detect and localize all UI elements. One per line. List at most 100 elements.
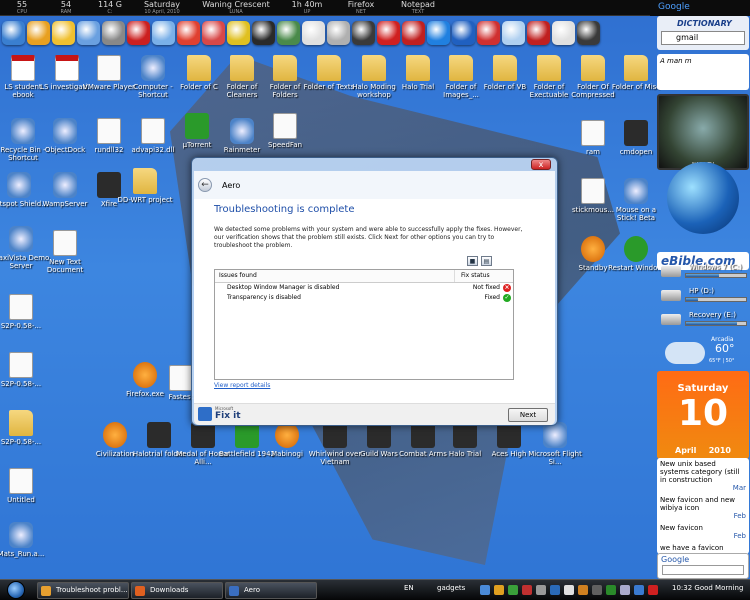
next-button[interactable]: Next <box>508 408 548 422</box>
desktop-icon-untitled[interactable]: Untitled <box>0 468 50 504</box>
start-button[interactable] <box>0 580 34 600</box>
wampserver-icon <box>53 172 77 198</box>
tray-app-icon[interactable] <box>648 585 658 595</box>
hard-drive-icon <box>661 314 681 325</box>
column-issues-found: Issues found <box>215 270 455 282</box>
stat-net: Firefox NET <box>347 0 375 15</box>
dock-app-icon[interactable] <box>327 21 350 45</box>
task-aero[interactable]: Aero <box>225 582 317 599</box>
google-search-input[interactable] <box>662 565 744 575</box>
tray-app-icon[interactable] <box>522 585 532 595</box>
speedfan-icon <box>273 113 297 139</box>
page-title: Troubleshooting is complete <box>214 204 355 215</box>
restart-icon <box>624 236 648 262</box>
dictionary-search-input[interactable]: gmail <box>661 31 745 45</box>
drive-fill <box>686 322 737 325</box>
folder-icon <box>230 55 254 81</box>
dock-app-icon[interactable] <box>277 21 300 45</box>
dock-app-icon[interactable] <box>302 21 325 45</box>
tray-app-icon[interactable] <box>508 585 518 595</box>
folder-icon <box>9 410 33 436</box>
desktop-icon-s2p-2[interactable]: S2P-0.58-... <box>0 352 50 388</box>
dock-app-icon[interactable] <box>452 21 475 45</box>
back-arrow-icon[interactable]: ← <box>198 178 212 192</box>
dock-app-icon[interactable] <box>77 21 100 45</box>
dock-app-icon[interactable] <box>427 21 450 45</box>
standby-icon <box>581 236 605 262</box>
dock-app-icon[interactable] <box>177 21 200 45</box>
desktop-icon-ddwrt[interactable]: DD-WRT project <box>116 168 174 204</box>
dock-app-icon[interactable] <box>577 21 600 45</box>
dock-app-icon[interactable] <box>27 21 50 45</box>
stat-uptime: 1h 40m UP <box>291 0 323 15</box>
dock-app-icon[interactable] <box>52 21 75 45</box>
tray-app-icon[interactable] <box>536 585 546 595</box>
google-search-gadget: Google <box>657 553 749 579</box>
language-indicator[interactable]: EN <box>404 584 414 592</box>
desktop-icon-s2p-1[interactable]: S2P-0.58-... <box>0 294 50 330</box>
gadgets-toolbar[interactable]: gadgets <box>425 584 465 592</box>
dock-app-icon[interactable] <box>352 21 375 45</box>
task-icon <box>135 586 145 596</box>
document-icon <box>581 120 605 146</box>
image-file-icon <box>9 468 33 494</box>
close-button[interactable]: x <box>531 159 551 170</box>
clock[interactable]: 10:32 Good Morning <box>672 584 743 592</box>
print-icon[interactable]: ▤ <box>481 256 492 266</box>
dock-app-icon[interactable] <box>477 21 500 45</box>
tray-app-icon[interactable] <box>550 585 560 595</box>
drive-meter-e: Recovery (E:) <box>661 310 747 330</box>
drive-fill <box>686 274 719 277</box>
feed-item[interactable]: we have a favicon <box>660 544 746 552</box>
view-report-link[interactable]: View report details <box>214 382 270 389</box>
dock-app-icon[interactable] <box>402 21 425 45</box>
maxivista-icon <box>9 226 33 252</box>
volume-icon[interactable] <box>620 585 630 595</box>
dock-app-icon[interactable] <box>552 21 575 45</box>
desktop-icon-speedfan[interactable]: SpeedFan <box>256 113 314 149</box>
dock-app-icon[interactable] <box>227 21 250 45</box>
dock-app-icon[interactable] <box>527 21 550 45</box>
drive-meter-d: HP (D:) <box>661 286 747 306</box>
network-icon[interactable] <box>480 585 490 595</box>
feed-item[interactable]: New favicon and new wibiya icon Feb <box>660 496 746 520</box>
dock-app-icon[interactable] <box>377 21 400 45</box>
tray-app-icon[interactable] <box>634 585 644 595</box>
task-troubleshoot[interactable]: Troubleshoot probl... <box>37 582 129 599</box>
calendar-gadget: Saturday 10 April 2010 <box>657 371 749 459</box>
cmd-icon <box>624 120 648 146</box>
dock-app-icon[interactable] <box>127 21 150 45</box>
desktop-icon-s2p-3[interactable]: S2P-0.58-... <box>0 410 50 446</box>
desktop-icon-new-text[interactable]: New Text Document <box>36 230 94 274</box>
dock-app-icon[interactable] <box>152 21 175 45</box>
desktop-icon-mats-run[interactable]: Mats_Run.a... <box>0 522 50 558</box>
dictionary-title: DICTIONARY <box>677 19 732 28</box>
taskbar: Troubleshoot probl... Downloads Aero EN … <box>0 579 750 600</box>
tray-app-icon[interactable] <box>578 585 588 595</box>
tray-app-icon[interactable] <box>606 585 616 595</box>
dock-app-icon[interactable] <box>2 21 25 45</box>
save-icon[interactable]: ■ <box>467 256 478 266</box>
feed-item[interactable]: New unix based systems category (still i… <box>660 460 746 492</box>
document-icon <box>97 55 121 81</box>
dock-app-icon[interactable] <box>202 21 225 45</box>
dock-app-icon[interactable] <box>502 21 525 45</box>
pdf-icon <box>11 55 35 81</box>
dictionary-gadget: DICTIONARY gmail <box>657 16 749 50</box>
tray-app-icon[interactable] <box>564 585 574 595</box>
dock-app-icon[interactable] <box>102 21 125 45</box>
table-toolbar: ■ ▤ <box>467 256 492 266</box>
feed-item[interactable]: New favicon Feb <box>660 524 746 540</box>
nasa-tv-gadget[interactable]: NASA TV <box>657 94 749 170</box>
pdf-icon <box>55 55 79 81</box>
folder-icon <box>273 55 297 81</box>
task-downloads[interactable]: Downloads <box>131 582 223 599</box>
rainmeter-icon <box>230 118 254 144</box>
table-header: Issues found Fix status <box>215 270 513 283</box>
drive-meter-c: Windows 7 (C:) <box>661 262 747 282</box>
utorrent-tray-icon[interactable] <box>494 585 504 595</box>
tray-app-icon[interactable] <box>592 585 602 595</box>
dock-app-icon[interactable] <box>252 21 275 45</box>
desktop-icon-ms-flight[interactable]: Microsoft Flight Si... <box>526 422 584 466</box>
person-icon <box>9 522 33 548</box>
